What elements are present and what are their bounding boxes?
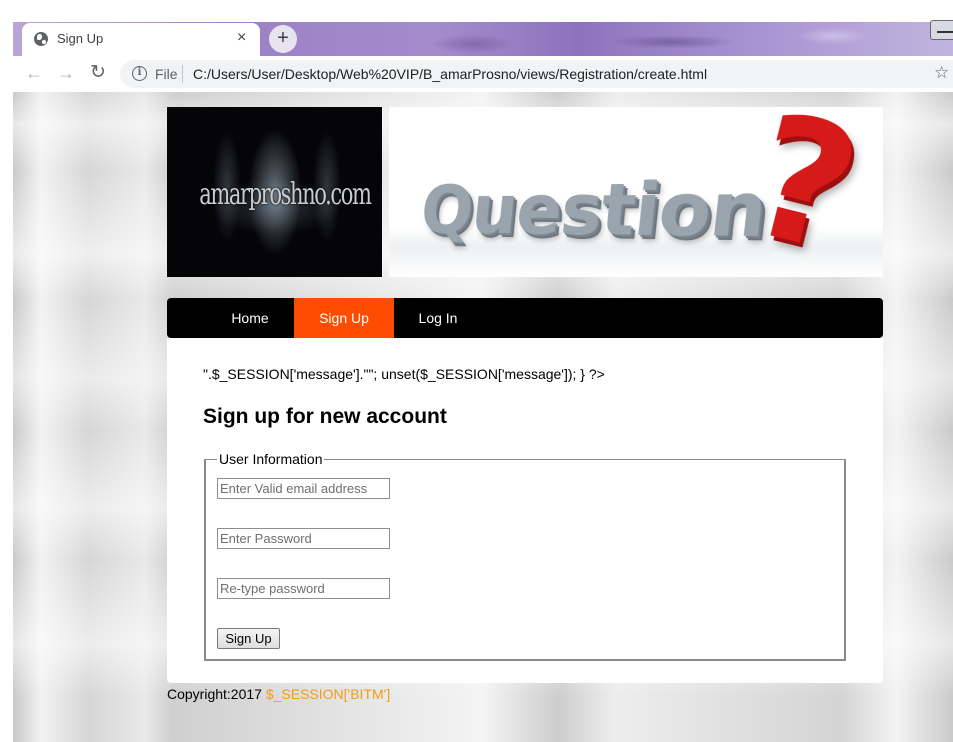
file-scheme-label: File	[155, 66, 178, 82]
footer: Copyright:2017 $_SESSION['BITM']	[167, 686, 390, 702]
url-text[interactable]: C:/Users/User/Desktop/Web%20VIP/B_amarPr…	[193, 66, 707, 82]
nav-item-home[interactable]: Home	[214, 298, 286, 338]
reload-icon[interactable]: ↻	[90, 62, 106, 84]
info-icon[interactable]: i	[132, 66, 147, 81]
page-title: Sign up for new account	[203, 405, 447, 428]
banner-word: Question	[417, 165, 772, 255]
nav-item-sign-up[interactable]: Sign Up	[294, 298, 394, 338]
logo-text: amarproshno.com	[199, 177, 372, 212]
question-banner: Question ?	[389, 107, 883, 277]
email-field[interactable]	[217, 478, 390, 499]
close-tab-icon[interactable]: ×	[237, 29, 246, 47]
new-tab-button[interactable]: +	[269, 25, 297, 53]
minimize-window-button[interactable]	[930, 20, 953, 40]
session-message: ".$_SESSION['message'].""; unset($_SESSI…	[203, 366, 605, 382]
site-logo: amarproshno.com	[167, 107, 382, 277]
star-icon[interactable]: ☆	[934, 63, 949, 83]
nav-item-log-in[interactable]: Log In	[406, 298, 470, 338]
sign-up-button[interactable]: Sign Up	[217, 628, 280, 649]
arrow-left-icon[interactable]: ←	[25, 62, 43, 84]
arrow-right-icon[interactable]: →	[57, 62, 75, 84]
globe-icon	[34, 32, 48, 46]
fieldset-legend: User Information	[217, 451, 325, 467]
retype-password-field[interactable]	[217, 578, 390, 599]
footer-session-text: $_SESSION['BITM']	[265, 686, 391, 702]
password-field[interactable]	[217, 528, 390, 549]
copyright-text: Copyright:2017	[167, 686, 262, 702]
tab-title: Sign Up	[57, 31, 104, 46]
address-separator	[182, 65, 183, 83]
